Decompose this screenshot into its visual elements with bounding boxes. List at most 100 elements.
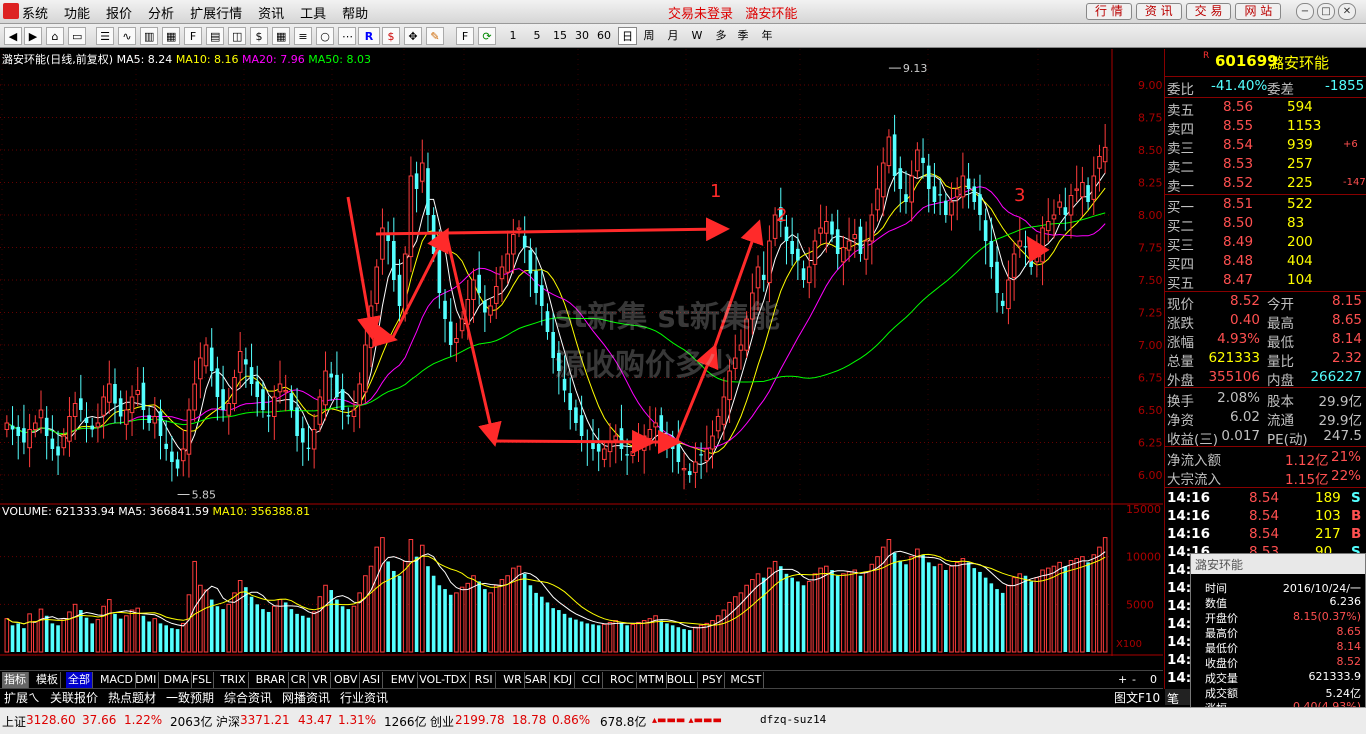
search-icon[interactable]: ○ bbox=[316, 27, 334, 45]
period-month[interactable]: 月 bbox=[664, 27, 682, 45]
extension-tab[interactable]: 网播资讯 bbox=[282, 690, 330, 706]
period-1[interactable]: 1 bbox=[504, 27, 522, 45]
multi-chart-icon[interactable]: ⋯ bbox=[338, 27, 356, 45]
indicator-tab[interactable]: RSI bbox=[473, 672, 496, 688]
indicator-tab[interactable]: CCI bbox=[580, 672, 604, 688]
chart-icon[interactable]: ▤ bbox=[206, 27, 224, 45]
indicator-tab[interactable]: BRAR bbox=[254, 672, 289, 688]
indicator-tab[interactable]: TRIX bbox=[218, 672, 249, 688]
news-mode-button[interactable]: 资 讯 bbox=[1135, 3, 1182, 20]
quote-icon[interactable]: $ bbox=[250, 27, 268, 45]
split-icon[interactable]: ◫ bbox=[228, 27, 246, 45]
minimize-icon[interactable]: − bbox=[1296, 3, 1314, 20]
server-name[interactable]: dfzq-suz14 bbox=[760, 713, 826, 726]
menu-help[interactable]: 帮助 bbox=[342, 3, 368, 22]
indicator-tab[interactable]: 模板 bbox=[34, 672, 61, 688]
menu-system[interactable]: 系统 bbox=[22, 3, 48, 22]
tick-row[interactable]: 14:16 8.54 189 S bbox=[1165, 489, 1366, 508]
sell-level-row[interactable]: 卖一 8.52 225 -147 bbox=[1165, 174, 1366, 195]
menu-analysis[interactable]: 分析 bbox=[148, 3, 174, 22]
sell-level-row[interactable]: 卖三 8.54 939 +6 bbox=[1165, 136, 1366, 157]
f10-icon[interactable]: F bbox=[184, 27, 202, 45]
grid-icon[interactable]: ▦ bbox=[272, 27, 290, 45]
popup-title[interactable]: 潞安环能 bbox=[1191, 554, 1365, 574]
indicator-tab[interactable]: MACD bbox=[98, 672, 136, 688]
menu-extended[interactable]: 扩展行情 bbox=[190, 3, 242, 22]
trade-mode-button[interactable]: 交 易 bbox=[1185, 3, 1232, 20]
period-w[interactable]: W bbox=[688, 27, 706, 45]
close-icon[interactable]: ✕ bbox=[1338, 3, 1356, 20]
indicator-tab[interactable]: MCST bbox=[728, 672, 765, 688]
indicator-tab[interactable]: BOLL bbox=[665, 672, 699, 688]
buy-level-row[interactable]: 买五 8.47 104 bbox=[1165, 271, 1366, 292]
zoom-in-button[interactable]: + bbox=[1116, 672, 1129, 688]
indicator-tab[interactable]: OBV bbox=[332, 672, 361, 688]
period-60[interactable]: 60 bbox=[594, 27, 614, 45]
indicator-tab[interactable]: 指标 bbox=[2, 672, 29, 688]
buy-level-row[interactable]: 买一 8.51 522 bbox=[1165, 195, 1366, 216]
login-status-text[interactable]: 交易未登录 bbox=[668, 7, 733, 22]
buy-level-row[interactable]: 买三 8.49 200 bbox=[1165, 233, 1366, 254]
extension-tab[interactable]: 扩展ㄟ bbox=[4, 690, 40, 706]
menu-tools[interactable]: 工具 bbox=[300, 3, 326, 22]
money-icon[interactable]: $ bbox=[382, 27, 400, 45]
menu-function[interactable]: 功能 bbox=[64, 3, 90, 22]
move-icon[interactable]: ✥ bbox=[404, 27, 422, 45]
extension-tab[interactable]: 热点题材 bbox=[108, 690, 156, 706]
forward-icon[interactable]: ▶ bbox=[24, 27, 42, 45]
zoom-out-button[interactable]: - bbox=[1130, 672, 1138, 688]
indicator-tab[interactable]: ROC bbox=[608, 672, 637, 688]
tick-tab[interactable]: 笔 bbox=[1167, 690, 1179, 707]
extension-tab[interactable]: 关联报价 bbox=[50, 690, 98, 706]
period-5[interactable]: 5 bbox=[528, 27, 546, 45]
period-day[interactable]: 日 bbox=[618, 27, 637, 45]
period-multi[interactable]: 多 bbox=[712, 27, 730, 45]
rsi-icon[interactable]: R bbox=[358, 27, 380, 45]
indicator-tab[interactable]: ASI bbox=[360, 672, 384, 688]
buy-level-row[interactable]: 买四 8.48 404 bbox=[1165, 252, 1366, 273]
tick-row[interactable]: 14:16 8.54 103 B bbox=[1165, 507, 1366, 526]
menu-quote[interactable]: 报价 bbox=[106, 3, 132, 22]
period-quarter[interactable]: 季 bbox=[734, 27, 752, 45]
indicator-tab[interactable]: FSL bbox=[190, 672, 215, 688]
extension-tab[interactable]: 一致预期 bbox=[166, 690, 214, 706]
restore-icon[interactable]: □ bbox=[1317, 3, 1335, 20]
tick-row[interactable]: 14:16 8.54 217 B bbox=[1165, 525, 1366, 544]
quote-mode-button[interactable]: 行 情 bbox=[1086, 3, 1132, 20]
sell-level-row[interactable]: 卖二 8.53 257 bbox=[1165, 155, 1366, 176]
table-icon[interactable]: ▦ bbox=[162, 27, 180, 45]
stack-icon[interactable]: ≡ bbox=[294, 27, 312, 45]
website-button[interactable]: 网 站 bbox=[1235, 3, 1282, 20]
refresh-icon[interactable]: ⟳ bbox=[478, 27, 496, 45]
extension-tab[interactable]: 行业资讯 bbox=[340, 690, 388, 706]
indicator-tab[interactable]: VOL-TDX bbox=[417, 672, 470, 688]
indicator-tab[interactable]: DMI bbox=[133, 672, 160, 688]
back-icon[interactable]: ◀ bbox=[4, 27, 22, 45]
list-icon[interactable]: ☰ bbox=[96, 27, 114, 45]
indicator-tab[interactable]: WR bbox=[501, 672, 525, 688]
kline-icon[interactable]: ▥ bbox=[140, 27, 158, 45]
menu-news[interactable]: 资讯 bbox=[258, 3, 284, 22]
period-week[interactable]: 周 bbox=[640, 27, 658, 45]
indicator-tab[interactable]: CR bbox=[289, 672, 310, 688]
f10-tab[interactable]: 图文F10 bbox=[1114, 690, 1160, 706]
period-15[interactable]: 15 bbox=[550, 27, 570, 45]
indicator-tab[interactable]: 全部 bbox=[66, 672, 93, 688]
buy-level-row[interactable]: 买二 8.50 83 bbox=[1165, 214, 1366, 235]
draw-pen-icon[interactable]: ✎ bbox=[426, 27, 444, 45]
window-icon[interactable]: ▭ bbox=[68, 27, 86, 45]
sell-level-row[interactable]: 卖四 8.55 1153 bbox=[1165, 117, 1366, 138]
indicator-tab[interactable]: VR bbox=[310, 672, 331, 688]
sell-level-row[interactable]: 卖五 8.56 594 bbox=[1165, 98, 1366, 119]
period-30[interactable]: 30 bbox=[572, 27, 592, 45]
home-icon[interactable]: ⌂ bbox=[46, 27, 64, 45]
period-year[interactable]: 年 bbox=[758, 27, 776, 45]
indicator-tab[interactable]: PSY bbox=[700, 672, 726, 688]
indicator-tab[interactable]: DMA bbox=[162, 672, 193, 688]
indicator-tab[interactable]: MTM bbox=[636, 672, 668, 688]
f5-icon[interactable]: F bbox=[456, 27, 474, 45]
indicator-tab[interactable]: EMV bbox=[389, 672, 418, 688]
extension-tab[interactable]: 综合资讯 bbox=[224, 690, 272, 706]
line-chart-icon[interactable]: ∿ bbox=[118, 27, 136, 45]
reset-button[interactable]: 0 bbox=[1148, 672, 1159, 688]
